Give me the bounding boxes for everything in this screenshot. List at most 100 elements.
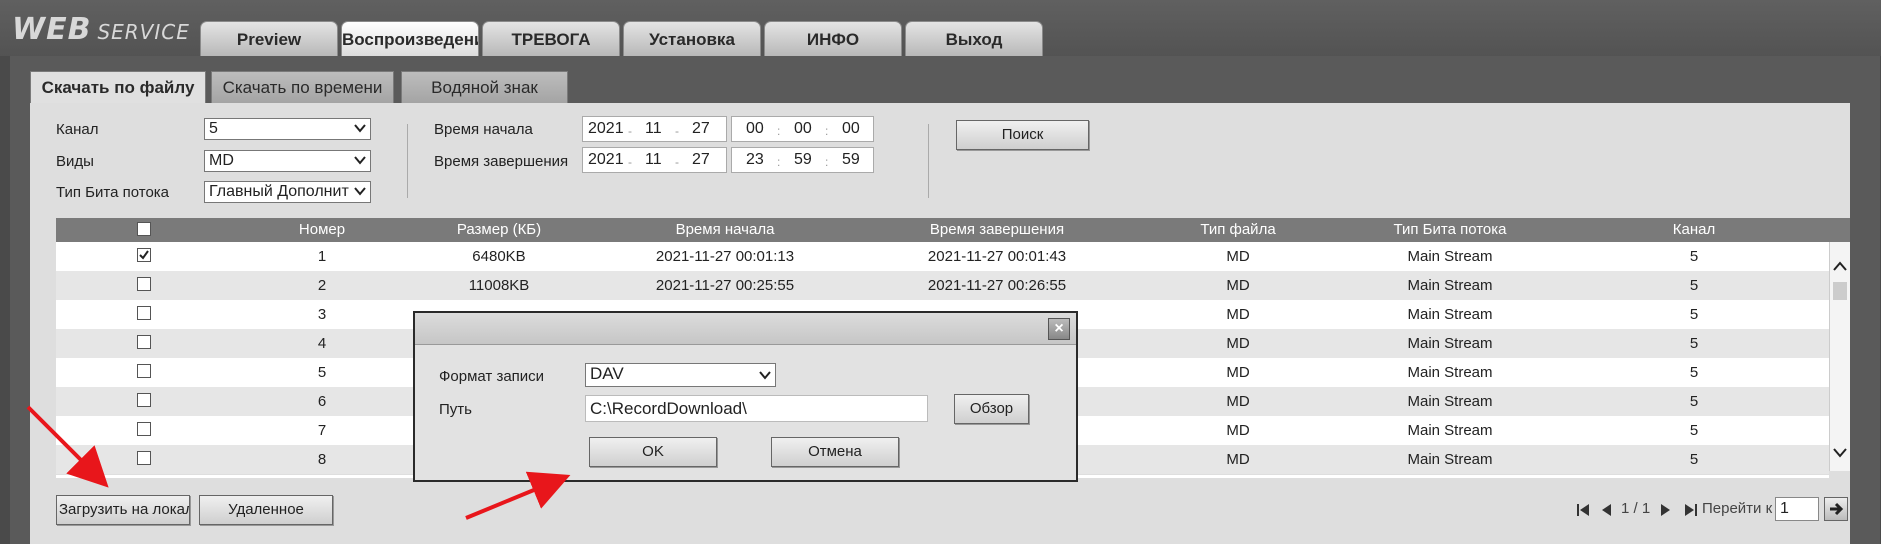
cell-end-time: 2021-11-27 00:26:55 [927, 277, 1067, 294]
end-date-input[interactable]: 2021 - 11 - 27 [582, 147, 727, 173]
end-time-label: Время завершения [434, 153, 569, 170]
cell-size: 6480KB [472, 248, 526, 265]
chevron-down-icon [354, 124, 366, 133]
cell-stream-type: Main Stream [1407, 422, 1493, 439]
cell-stream-type: Main Stream [1407, 364, 1493, 381]
subtab-watermark[interactable]: Водяной знак [401, 71, 568, 103]
cell-file-type: MD [1226, 364, 1250, 381]
divider [928, 124, 929, 198]
ok-button[interactable]: OK [589, 437, 717, 467]
cell-stream-type: Main Stream [1407, 451, 1493, 468]
tab-alarm[interactable]: ТРЕВОГА [482, 21, 620, 56]
cell-file-type: MD [1226, 335, 1250, 352]
cell-number: 4 [317, 335, 327, 352]
checkmark-icon [139, 250, 149, 260]
cell-number: 6 [317, 393, 327, 410]
cell-number: 5 [317, 364, 327, 381]
cell-start-time: 2021-11-27 00:01:13 [655, 248, 795, 265]
stream-type-label: Тип Бита потока [56, 184, 170, 201]
row-checkbox[interactable] [137, 364, 151, 378]
cancel-button[interactable]: Отмена [771, 437, 899, 467]
type-select[interactable]: MD [204, 150, 371, 172]
tab-logout[interactable]: Выход [905, 21, 1043, 56]
arrow-right-icon [1830, 502, 1844, 516]
cell-file-type: MD [1226, 306, 1250, 323]
goto-page-input[interactable]: 1 [1775, 497, 1819, 521]
tab-preview[interactable]: Preview [200, 21, 338, 56]
cell-channel: 5 [1689, 422, 1699, 439]
table-row[interactable]: 2 11008KB 2021-11-27 00:25:55 2021-11-27 00… [56, 271, 1829, 300]
row-checkbox[interactable] [137, 393, 151, 407]
cell-channel: 5 [1689, 364, 1699, 381]
prev-page-icon[interactable] [1600, 502, 1613, 518]
browse-button[interactable]: Обзор [954, 394, 1029, 424]
table-row[interactable]: 1 6480KB 2021-11-27 00:01:13 2021-11-27 00:… [56, 242, 1829, 271]
cell-stream-type: Main Stream [1407, 277, 1493, 294]
subtab-download-by-file[interactable]: Скачать по файлу [30, 71, 206, 104]
format-select[interactable]: DAV [585, 363, 776, 387]
cell-channel: 5 [1689, 306, 1699, 323]
table-scrollbar[interactable] [1829, 242, 1850, 471]
cell-stream-type: Main Stream [1407, 306, 1493, 323]
download-local-button[interactable]: Загрузить на локаль [56, 495, 190, 525]
top-bar: WEB SERVICE Preview Воспроизведени ТРЕВОГ… [0, 0, 1881, 56]
cell-number: 7 [317, 422, 327, 439]
cell-file-type: MD [1226, 422, 1250, 439]
row-checkbox[interactable] [137, 335, 151, 349]
chevron-down-icon [354, 156, 366, 165]
row-checkbox[interactable] [137, 451, 151, 465]
cell-start-time: 2021-11-27 00:25:55 [655, 277, 795, 294]
cell-end-time: 2021-11-27 00:01:43 [927, 248, 1067, 265]
col-end-time: Время завершения [929, 221, 1065, 238]
cell-number: 2 [317, 277, 327, 294]
tab-info[interactable]: ИНФО [764, 21, 902, 56]
cell-file-type: MD [1226, 393, 1250, 410]
goto-page-button[interactable] [1824, 497, 1848, 521]
channel-select[interactable]: 5 [204, 118, 371, 140]
cell-channel: 5 [1689, 451, 1699, 468]
close-icon[interactable]: × [1048, 318, 1070, 340]
cell-channel: 5 [1689, 393, 1699, 410]
search-button[interactable]: Поиск [956, 120, 1089, 150]
col-channel: Канал [1672, 221, 1716, 238]
cell-channel: 5 [1689, 277, 1699, 294]
col-file-type: Тип файла [1200, 221, 1276, 238]
last-page-icon[interactable] [1683, 502, 1698, 518]
remote-button[interactable]: Удаленное [199, 495, 333, 525]
chevron-down-icon[interactable] [1832, 447, 1848, 459]
start-date-input[interactable]: 2021 - 11 - 27 [582, 116, 727, 142]
tab-playback[interactable]: Воспроизведени [341, 21, 479, 56]
path-label: Путь [439, 401, 472, 418]
cell-file-type: MD [1226, 277, 1250, 294]
scrollbar-thumb[interactable] [1833, 282, 1847, 300]
row-checkbox[interactable] [137, 248, 151, 262]
col-start-time: Время начала [675, 221, 775, 238]
cell-stream-type: Main Stream [1407, 335, 1493, 352]
goto-label: Перейти к [1702, 500, 1773, 517]
cell-size: 11008KB [468, 277, 530, 294]
cell-number: 3 [317, 306, 327, 323]
cell-number: 1 [317, 248, 327, 265]
download-dialog: × Формат записи DAV Путь C:\RecordDownlo… [413, 311, 1078, 482]
cell-file-type: MD [1226, 451, 1250, 468]
path-input[interactable]: C:\RecordDownload\ [585, 395, 928, 422]
cell-channel: 5 [1689, 248, 1699, 265]
chevron-up-icon[interactable] [1832, 260, 1848, 272]
chevron-down-icon [354, 187, 366, 196]
select-all-checkbox[interactable] [137, 222, 151, 236]
dialog-titlebar [415, 313, 1076, 345]
cell-channel: 5 [1689, 335, 1699, 352]
row-checkbox[interactable] [137, 422, 151, 436]
page-indicator: 1 / 1 [1621, 500, 1651, 517]
subtab-download-by-time[interactable]: Скачать по времени [211, 71, 394, 103]
stream-type-select[interactable]: Главный Дополнит [204, 181, 371, 203]
start-time-input[interactable]: 00 : 00 : 00 [731, 116, 874, 142]
cell-number: 8 [317, 451, 327, 468]
col-stream-type: Тип Бита потока [1393, 221, 1507, 238]
end-time-input[interactable]: 23 : 59 : 59 [731, 147, 874, 173]
first-page-icon[interactable] [1576, 502, 1591, 518]
row-checkbox[interactable] [137, 277, 151, 291]
tab-setup[interactable]: Установка [623, 21, 761, 56]
next-page-icon[interactable] [1659, 502, 1672, 518]
row-checkbox[interactable] [137, 306, 151, 320]
